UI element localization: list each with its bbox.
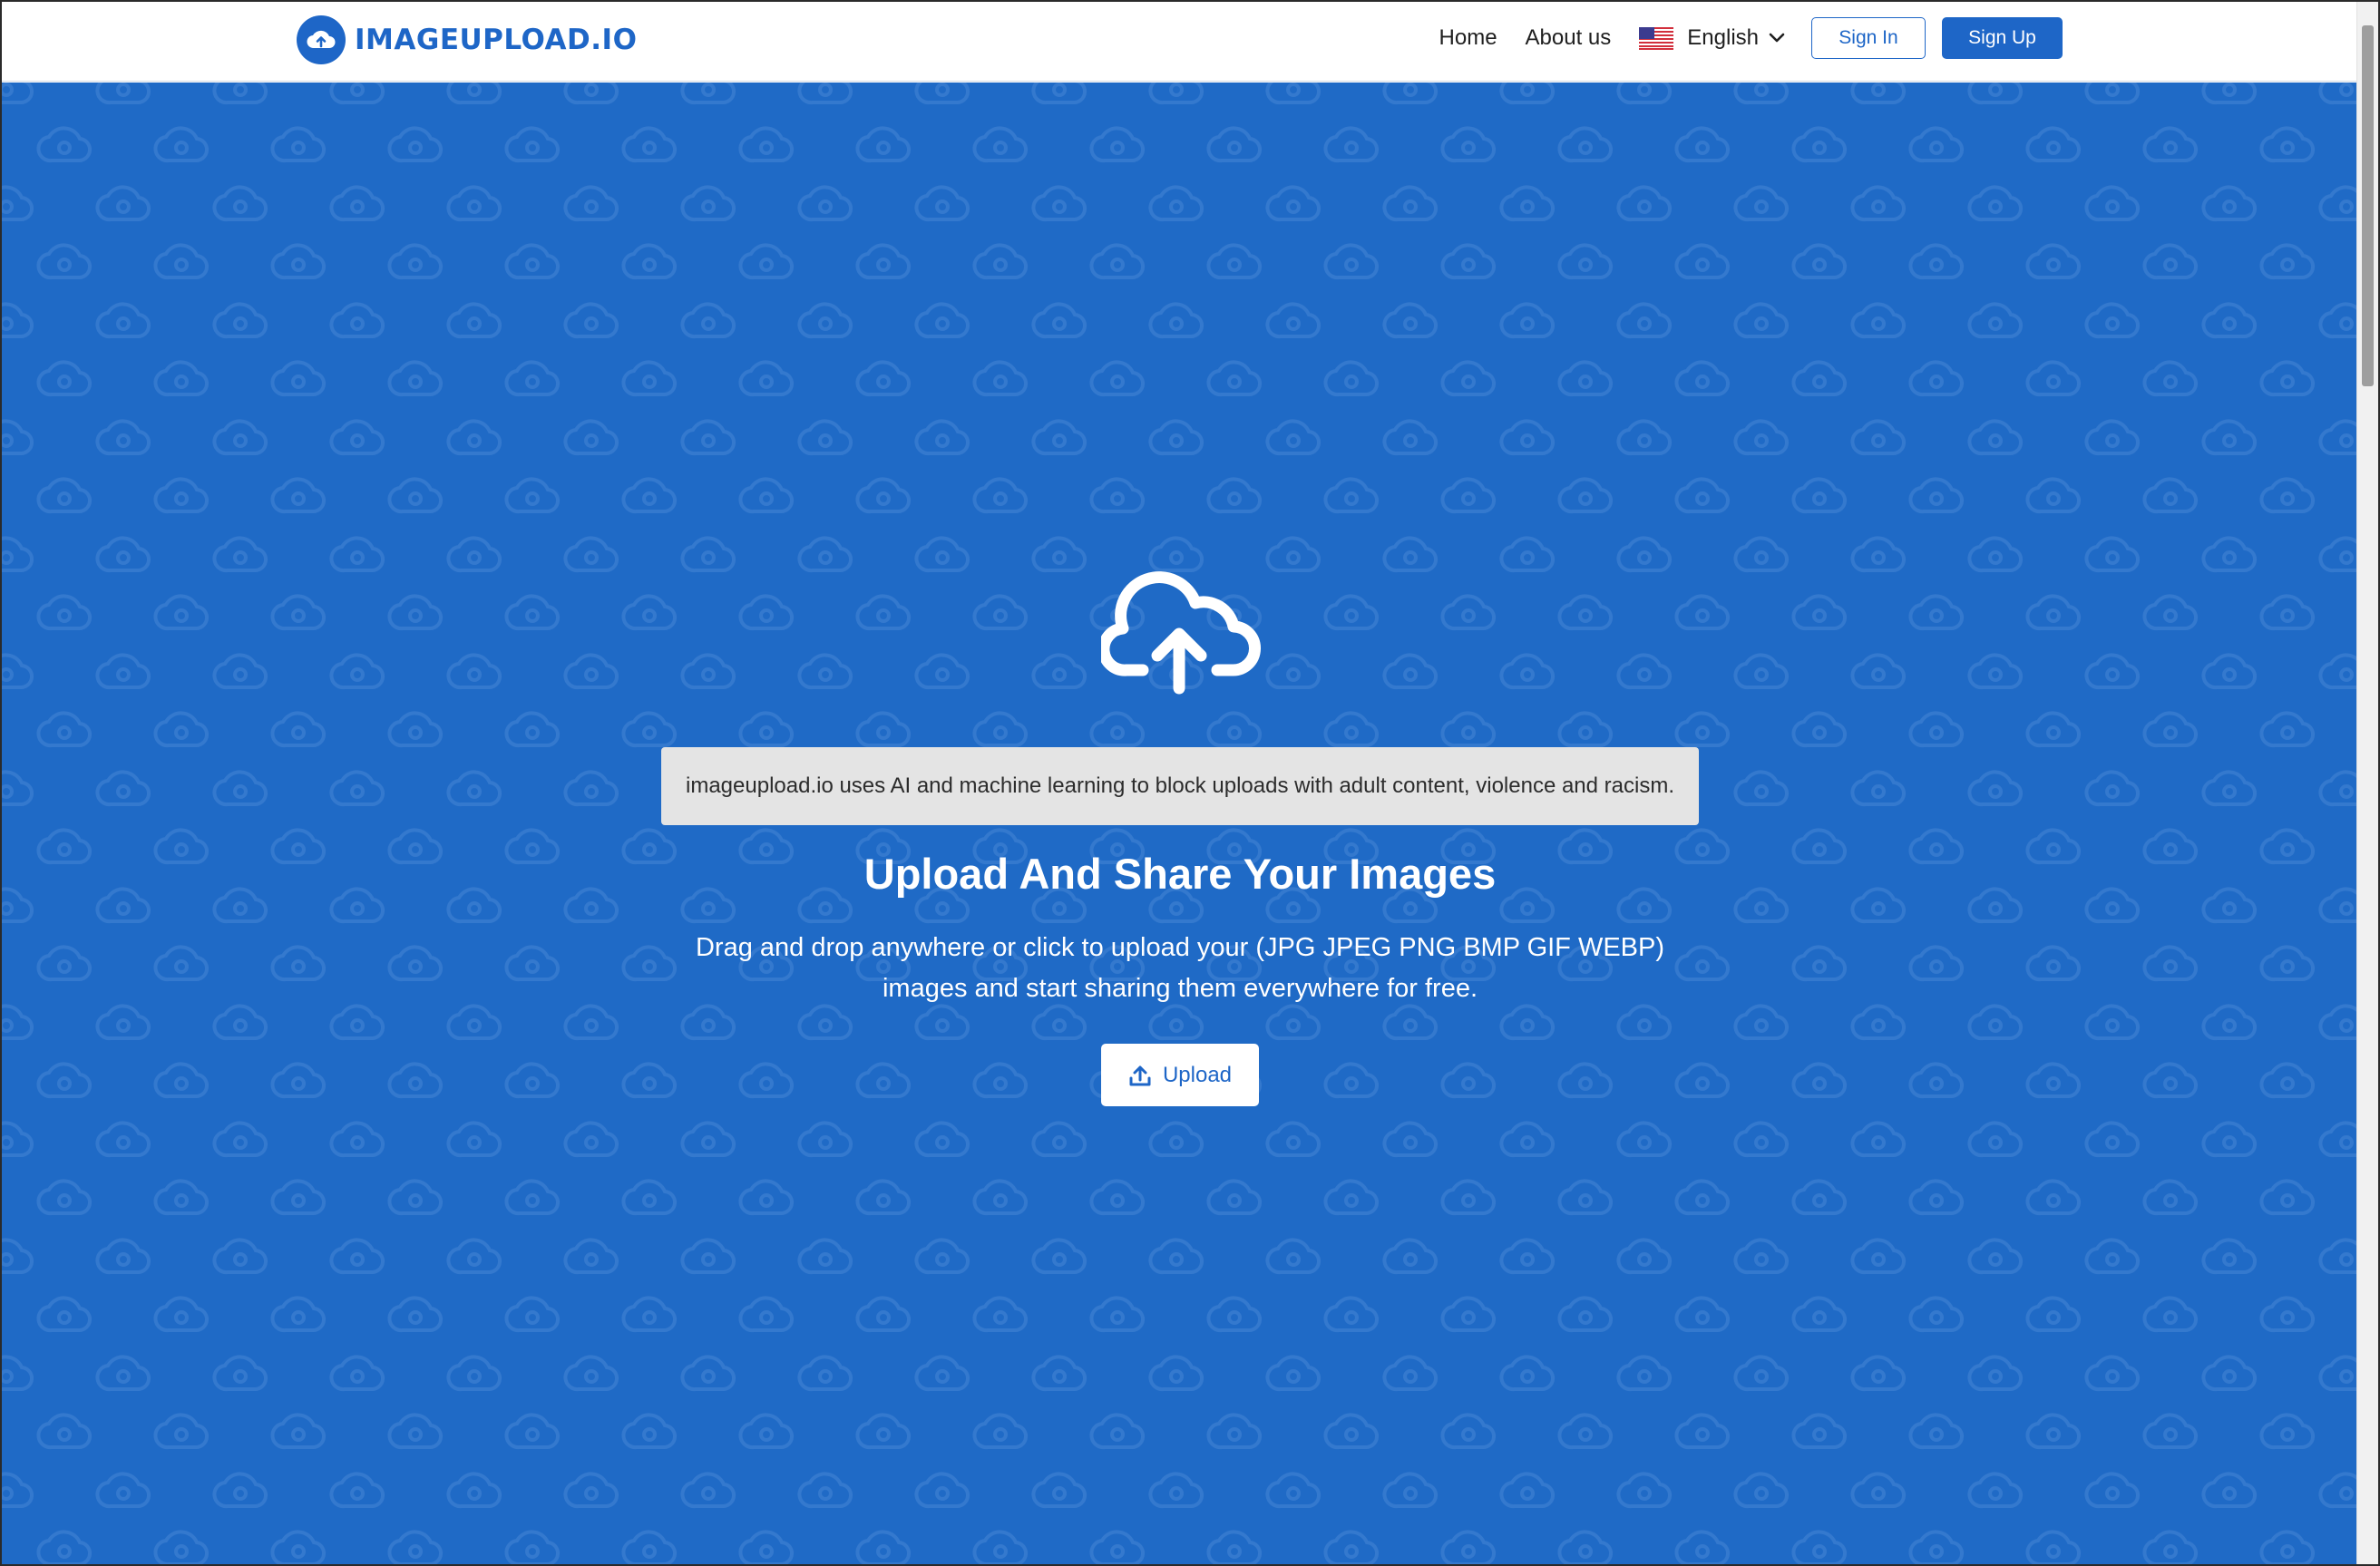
us-flag-icon	[1639, 26, 1674, 50]
content-policy-notice: imageupload.io uses AI and machine learn…	[661, 747, 1699, 825]
nav-about-link[interactable]: About us	[1526, 25, 1612, 51]
upload-icon	[1129, 1065, 1151, 1085]
hero-description-line2: images and start sharing them everywhere…	[882, 974, 1478, 1003]
sign-up-button[interactable]: Sign Up	[1942, 17, 2063, 59]
language-label: English	[1687, 25, 1759, 50]
main-nav: Home About us English Sign In Sign Up	[1439, 16, 2063, 60]
upload-button[interactable]: Upload	[1101, 1044, 1259, 1106]
hero-description: Drag and drop anywhere or click to uploa…	[636, 928, 1724, 1009]
page-scrollbar[interactable]	[2356, 2, 2378, 1564]
browser-viewport: IMAGEUPLOAD.IO Home About us English Sig…	[0, 0, 2380, 1566]
logo-link[interactable]: IMAGEUPLOAD.IO	[297, 15, 637, 65]
scrollbar-thumb[interactable]	[2362, 25, 2374, 386]
chevron-down-icon	[1769, 33, 1785, 43]
nav-home-link[interactable]: Home	[1439, 25, 1497, 51]
logo-text: IMAGEUPLOAD.IO	[355, 24, 638, 56]
hero-description-line1: Drag and drop anywhere or click to uploa…	[695, 933, 1665, 962]
upload-dropzone[interactable]: imageupload.io uses AI and machine learn…	[2, 83, 2358, 1564]
logo-cloud-icon	[297, 15, 346, 64]
cloud-upload-icon	[1101, 571, 1261, 695]
hero-title: Upload And Share Your Images	[863, 850, 1497, 898]
site-header: IMAGEUPLOAD.IO Home About us English Sig…	[2, 2, 2358, 82]
sign-in-button[interactable]: Sign In	[1811, 17, 1926, 59]
language-selector[interactable]: English	[1639, 25, 1786, 51]
upload-button-label: Upload	[1162, 1062, 1233, 1087]
